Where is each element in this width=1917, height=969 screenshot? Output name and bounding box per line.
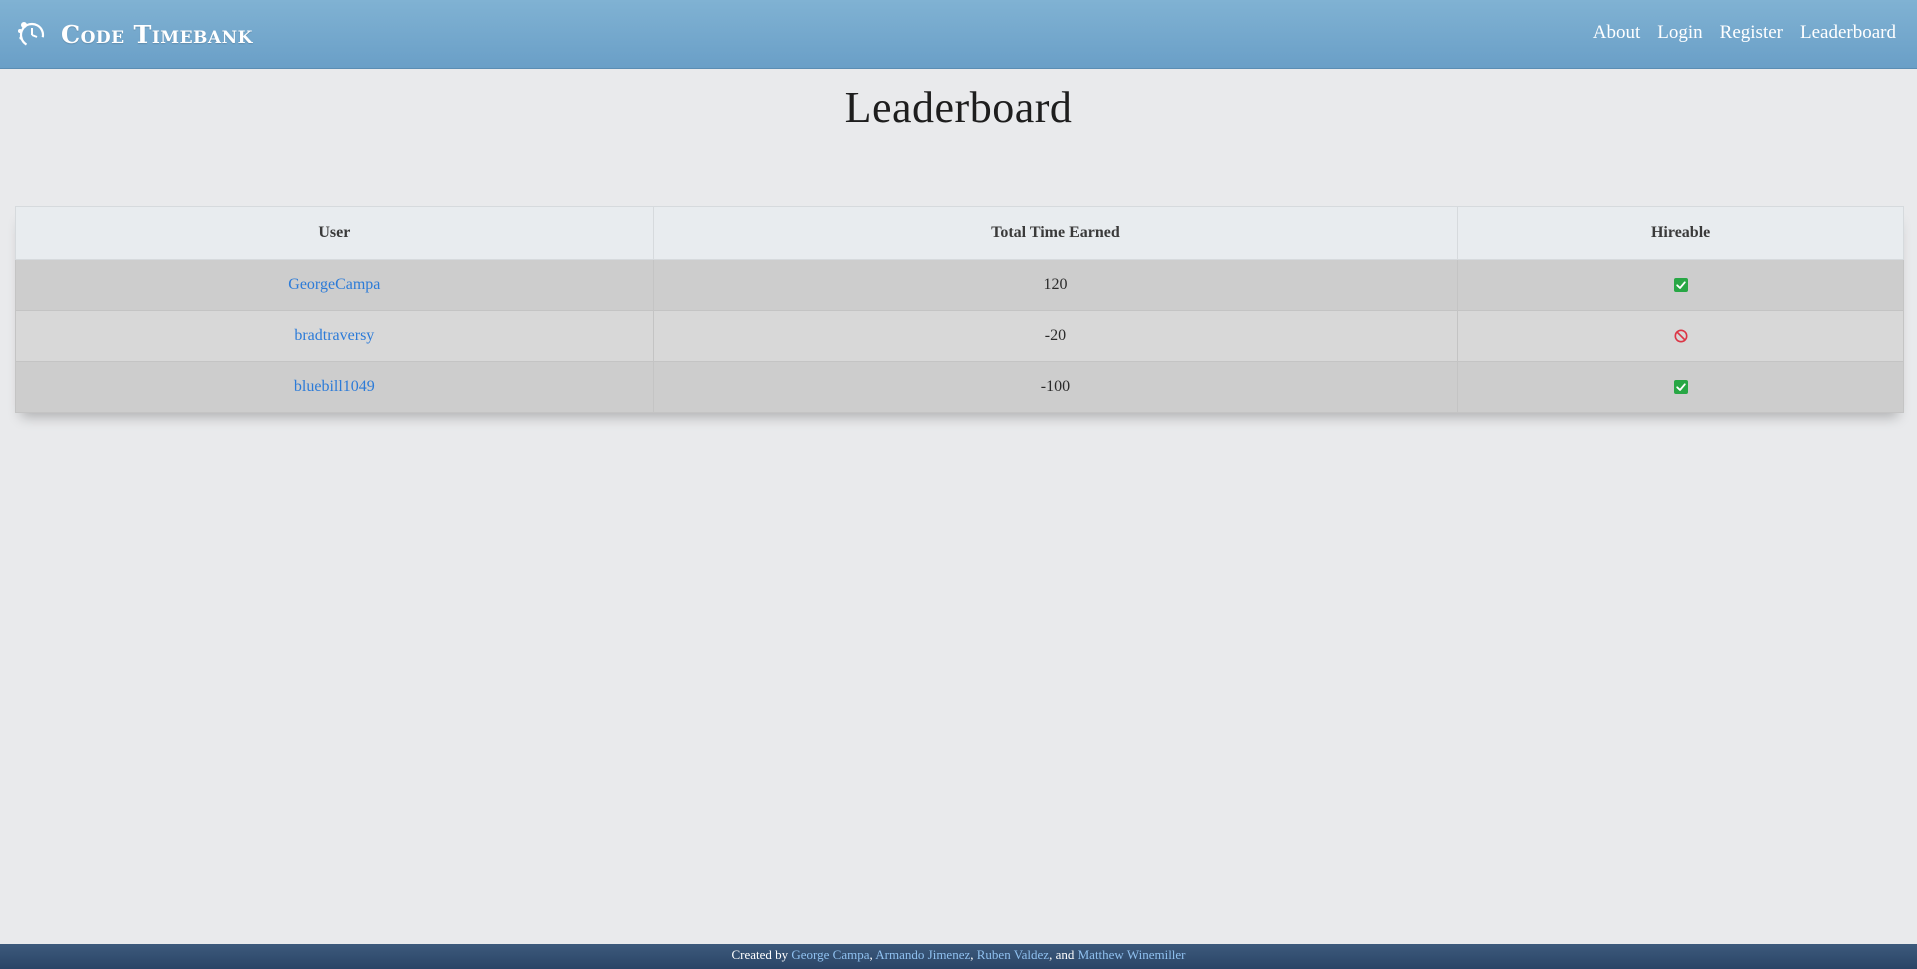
- author-link[interactable]: Armando Jimenez: [875, 947, 970, 962]
- page-title: Leaderboard: [844, 83, 1073, 132]
- footer-prefix: Created by: [731, 947, 789, 962]
- brand-name: Code Timebank: [61, 19, 253, 49]
- table-header-row: User Total Time Earned Hireable: [15, 206, 1904, 260]
- clock-logo-icon: [18, 22, 45, 48]
- user-link[interactable]: GeorgeCampa: [288, 276, 380, 293]
- nav-leaderboard[interactable]: Leaderboard: [1800, 22, 1896, 44]
- user-cell: bluebill1049: [15, 361, 654, 413]
- user-link[interactable]: bluebill1049: [294, 378, 375, 395]
- ban-icon: [1674, 329, 1688, 343]
- time-cell: -100: [652, 361, 1459, 413]
- time-cell: 120: [652, 259, 1459, 311]
- header-hireable: Hireable: [1457, 206, 1904, 260]
- time-cell: -20: [652, 310, 1459, 362]
- footer-separator: ,: [970, 947, 974, 962]
- user-link[interactable]: bradtraversy: [294, 327, 374, 344]
- leaderboard-table: User Total Time Earned Hireable GeorgeCa…: [15, 206, 1904, 413]
- author-link[interactable]: Matthew Winemiller: [1078, 947, 1186, 962]
- nav-login[interactable]: Login: [1657, 22, 1702, 44]
- header-user: User: [15, 206, 654, 260]
- user-cell: bradtraversy: [15, 310, 654, 362]
- leaderboard-table-wrapper: User Total Time Earned Hireable GeorgeCa…: [15, 206, 1904, 413]
- brand-link[interactable]: Code Timebank: [15, 14, 253, 54]
- footer: Created by George Campa, Armando Jimenez…: [0, 944, 1917, 969]
- user-cell: GeorgeCampa: [15, 259, 654, 311]
- navbar: Code Timebank About Login Register Leade…: [0, 0, 1917, 69]
- table-row: bradtraversy -20: [15, 310, 1904, 362]
- footer-separator: , and: [1049, 947, 1075, 962]
- table-row: bluebill1049 -100: [15, 361, 1904, 413]
- author-link[interactable]: George Campa: [791, 947, 869, 962]
- hireable-cell: [1457, 259, 1904, 311]
- header-total-time: Total Time Earned: [652, 206, 1459, 260]
- nav-about[interactable]: About: [1593, 22, 1641, 44]
- hireable-cell: [1457, 310, 1904, 362]
- author-link[interactable]: Ruben Valdez: [977, 947, 1049, 962]
- hireable-cell: [1457, 361, 1904, 413]
- check-icon: [1673, 278, 1688, 293]
- nav-register[interactable]: Register: [1720, 22, 1783, 44]
- check-icon: [1673, 380, 1688, 395]
- table-row: GeorgeCampa 120: [15, 259, 1904, 311]
- nav-links: About Login Register Leaderboard: [1576, 22, 1896, 44]
- footer-separator: ,: [869, 947, 873, 962]
